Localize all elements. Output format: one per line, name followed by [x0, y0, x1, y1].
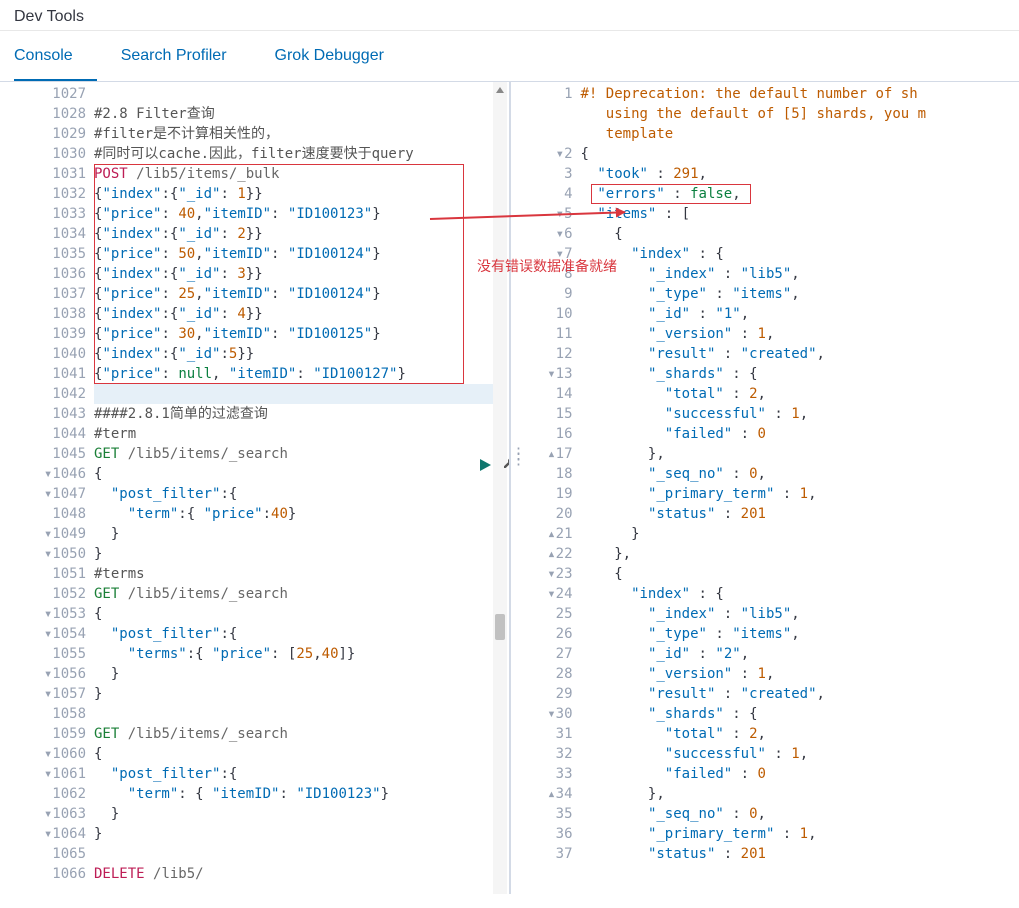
send-request-button[interactable] [478, 458, 492, 472]
tab-grok-debugger[interactable]: Grok Debugger [275, 31, 408, 81]
splitter-handle-icon[interactable]: ⋮⋮ [511, 452, 521, 462]
annotation-text: 没有错误数据准备就绪 [477, 256, 617, 276]
editor-gutter: 1027102810291030103110321033103410351036… [0, 82, 94, 894]
panels: 1027102810291030103110321033103410351036… [0, 82, 1019, 894]
page-title: Dev Tools [0, 0, 1019, 31]
tab-console[interactable]: Console [14, 31, 97, 81]
request-editor[interactable]: 1027102810291030103110321033103410351036… [0, 82, 511, 894]
editor-scrollbar[interactable] [493, 82, 507, 894]
response-code: #! Deprecation: the default number of sh… [581, 82, 1019, 894]
scroll-up-icon[interactable] [494, 84, 506, 96]
scrollbar-thumb[interactable] [495, 614, 505, 640]
response-viewer[interactable]: ⋮⋮ 1▾234▾5▾6▾789101112▾13141516▴17181920… [511, 82, 1019, 894]
request-options-button[interactable] [502, 456, 511, 470]
tabs-bar: Console Search Profiler Grok Debugger [0, 31, 1019, 82]
response-gutter: 1▾234▾5▾6▾789101112▾13141516▴17181920▴21… [511, 82, 581, 894]
tab-search-profiler[interactable]: Search Profiler [121, 31, 251, 81]
editor-code[interactable]: #2.8 Filter查询#filter是不计算相关性的，#同时可以cache.… [94, 82, 491, 894]
